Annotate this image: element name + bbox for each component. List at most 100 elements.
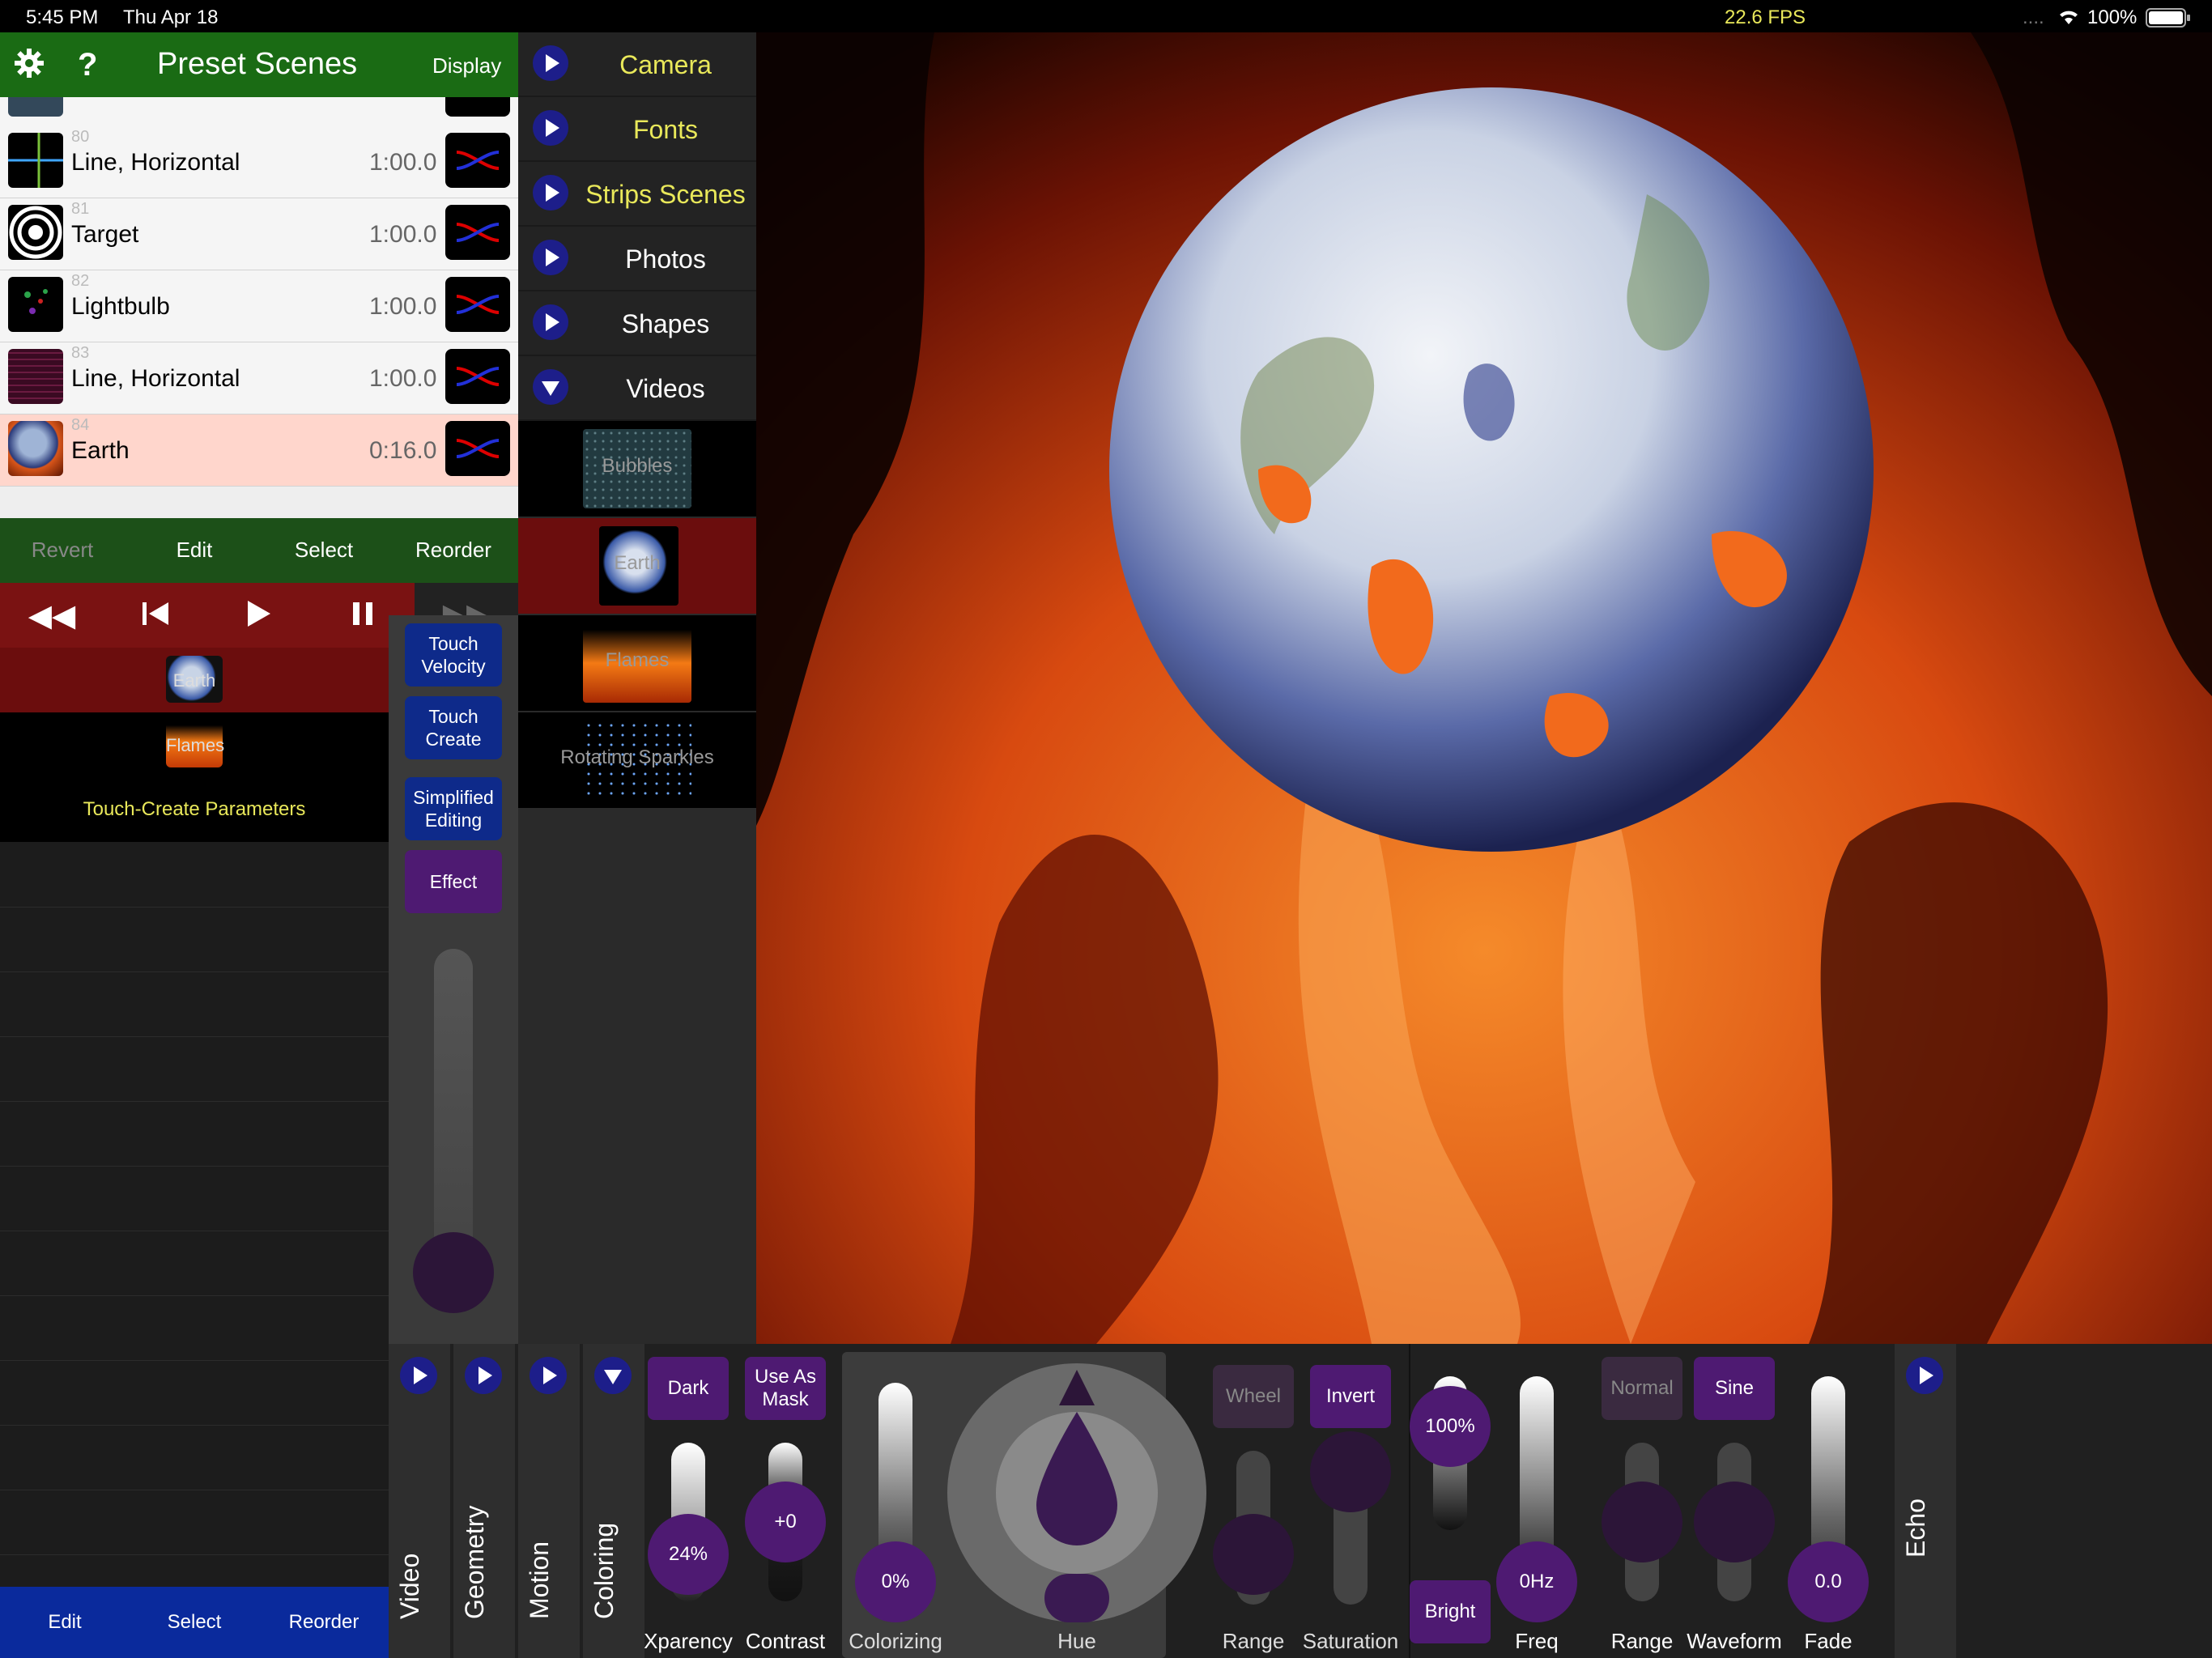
effect-button[interactable]: Effect bbox=[405, 850, 502, 913]
category-shapes[interactable]: Shapes bbox=[518, 291, 756, 356]
tab-coloring[interactable]: Coloring bbox=[583, 1344, 644, 1658]
parameter-controls: Video Geometry Motion Coloring Dark Use … bbox=[389, 1344, 2212, 1658]
divider bbox=[0, 1360, 389, 1361]
transition-button[interactable] bbox=[445, 421, 510, 476]
visual-output-view[interactable] bbox=[756, 32, 2212, 1344]
expand-icon[interactable] bbox=[1906, 1357, 1943, 1394]
side-buttons: Touch Velocity Touch Create Simplified E… bbox=[389, 615, 518, 1344]
category-photos[interactable]: Photos bbox=[518, 227, 756, 291]
expand-icon[interactable] bbox=[530, 1357, 567, 1394]
expand-icon[interactable] bbox=[400, 1357, 437, 1394]
video-label: Earth bbox=[614, 552, 661, 574]
tab-video[interactable]: Video bbox=[389, 1344, 450, 1658]
expand-icon[interactable] bbox=[533, 175, 568, 210]
expand-icon[interactable] bbox=[533, 110, 568, 146]
edit-button[interactable]: Edit bbox=[130, 538, 259, 563]
contrast-knob[interactable]: +0 bbox=[745, 1482, 826, 1562]
transition-button[interactable] bbox=[445, 277, 510, 332]
flames-earth-render bbox=[756, 32, 2212, 1344]
range-2-knob[interactable] bbox=[1602, 1482, 1682, 1562]
preset-thumbnail bbox=[8, 97, 63, 117]
tab-motion[interactable]: Motion bbox=[518, 1344, 580, 1658]
video-item-earth[interactable]: Earth bbox=[518, 518, 756, 615]
select-button[interactable]: Select bbox=[259, 538, 389, 563]
reorder-button[interactable]: Reorder bbox=[259, 1611, 389, 1634]
category-camera[interactable]: Camera bbox=[518, 32, 756, 97]
help-icon[interactable]: ? bbox=[78, 47, 97, 83]
video-label: Bubbles bbox=[602, 455, 673, 477]
transition-button[interactable] bbox=[445, 97, 510, 117]
divider bbox=[0, 971, 389, 972]
effect-slider-knob[interactable] bbox=[413, 1232, 494, 1313]
waveform-knob[interactable] bbox=[1694, 1482, 1775, 1562]
transition-button[interactable] bbox=[445, 205, 510, 260]
transition-button[interactable] bbox=[445, 133, 510, 188]
bright-button[interactable]: Bright bbox=[1410, 1580, 1491, 1643]
video-item-flames[interactable]: Flames bbox=[518, 615, 756, 712]
saturation-knob[interactable] bbox=[1310, 1431, 1391, 1512]
play-icon[interactable] bbox=[225, 597, 290, 638]
touch-create-button[interactable]: Touch Create bbox=[405, 696, 502, 759]
tab-geometry[interactable]: Geometry bbox=[453, 1344, 515, 1658]
category-fonts[interactable]: Fonts bbox=[518, 97, 756, 162]
select-button[interactable]: Select bbox=[130, 1611, 259, 1634]
video-item-bubbles[interactable]: Bubbles bbox=[518, 421, 756, 518]
preset-number: 83 bbox=[71, 344, 90, 362]
xparency-knob[interactable]: 24% bbox=[648, 1514, 729, 1595]
list-item[interactable] bbox=[0, 97, 518, 127]
rewind-icon[interactable]: ◀◀ bbox=[19, 597, 84, 634]
range-knob[interactable] bbox=[1213, 1514, 1294, 1595]
tab-label: Echo bbox=[1901, 1499, 1930, 1558]
edit-button[interactable]: Edit bbox=[0, 1611, 130, 1634]
list-item[interactable]: 81 Target 1:00.0 bbox=[0, 198, 518, 270]
expand-icon[interactable] bbox=[465, 1357, 502, 1394]
status-bar: 5:45 PM Thu Apr 18 22.6 FPS .... 100% bbox=[0, 0, 2212, 32]
collapse-icon[interactable] bbox=[533, 369, 568, 405]
use-as-mask-button[interactable]: Use As Mask bbox=[745, 1357, 826, 1420]
status-date: Thu Apr 18 bbox=[123, 6, 219, 28]
hue-wheel[interactable] bbox=[947, 1363, 1206, 1622]
preset-name: Target bbox=[71, 221, 139, 248]
expand-icon[interactable] bbox=[533, 304, 568, 340]
simplified-editing-button[interactable]: Simplified Editing bbox=[405, 777, 502, 840]
touch-velocity-button[interactable]: Touch Velocity bbox=[405, 623, 502, 687]
category-videos[interactable]: Videos bbox=[518, 356, 756, 421]
video-item-rotating-sparkles[interactable]: Rotating Sparkles bbox=[518, 712, 756, 810]
fade-knob[interactable]: 0.0 bbox=[1788, 1541, 1869, 1622]
list-item-selected[interactable]: 84 Earth 0:16.0 bbox=[0, 414, 518, 487]
layer-row-earth[interactable]: Earth bbox=[0, 648, 389, 712]
collapse-icon[interactable] bbox=[594, 1357, 632, 1394]
colorizing-knob[interactable]: 0% bbox=[855, 1541, 936, 1622]
expand-icon[interactable] bbox=[533, 45, 568, 81]
expand-icon[interactable] bbox=[533, 240, 568, 275]
sine-button[interactable]: Sine bbox=[1694, 1357, 1775, 1420]
skip-back-icon[interactable] bbox=[123, 597, 188, 638]
saturation-label: Saturation bbox=[1302, 1629, 1399, 1653]
category-strips-scenes[interactable]: Strips Scenes bbox=[518, 162, 756, 227]
freq-knob[interactable]: 0Hz bbox=[1496, 1541, 1577, 1622]
wheel-button[interactable]: Wheel bbox=[1213, 1365, 1294, 1428]
invert-button[interactable]: Invert bbox=[1310, 1365, 1391, 1428]
effect-slider-track[interactable] bbox=[434, 949, 473, 1273]
display-button[interactable]: Display bbox=[432, 53, 501, 79]
normal-button[interactable]: Normal bbox=[1602, 1357, 1682, 1420]
preset-list[interactable]: 80 Line, Horizontal 1:00.0 81 Target 1:0… bbox=[0, 97, 518, 518]
reorder-button[interactable]: Reorder bbox=[389, 538, 518, 563]
pause-icon[interactable] bbox=[330, 597, 395, 638]
list-item[interactable]: 82 Lightbulb 1:00.0 bbox=[0, 270, 518, 342]
divider bbox=[0, 1101, 389, 1102]
touch-create-parameters[interactable]: Touch-Create Parameters bbox=[0, 777, 389, 842]
revert-button[interactable]: Revert bbox=[0, 538, 125, 563]
list-item[interactable]: 83 Line, Horizontal 1:00.0 bbox=[0, 342, 518, 414]
preset-duration: 1:00.0 bbox=[369, 221, 437, 248]
video-label: Rotating Sparkles bbox=[560, 746, 714, 768]
freq-slider-track[interactable] bbox=[1520, 1376, 1554, 1562]
gear-icon[interactable] bbox=[13, 47, 45, 87]
dark-button[interactable]: Dark bbox=[648, 1357, 729, 1420]
layer-row-flames[interactable]: Flames bbox=[0, 712, 389, 777]
bright-knob[interactable]: 100% bbox=[1410, 1386, 1491, 1467]
list-item[interactable]: 80 Line, Horizontal 1:00.0 bbox=[0, 126, 518, 198]
tab-echo[interactable]: Echo bbox=[1895, 1344, 1956, 1658]
transition-button[interactable] bbox=[445, 349, 510, 404]
range-label: Range bbox=[1222, 1629, 1285, 1653]
